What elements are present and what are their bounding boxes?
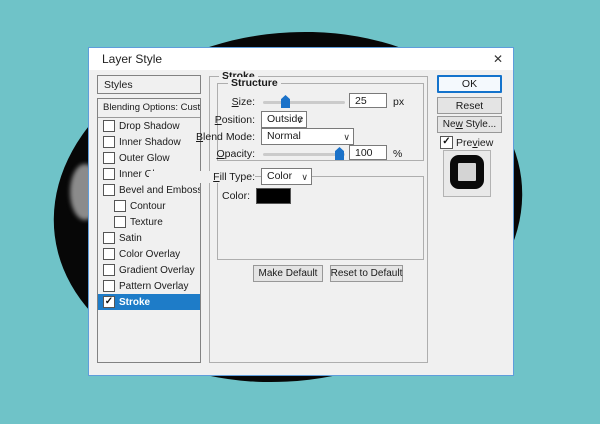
- drop-shadow-checkbox[interactable]: [103, 120, 115, 132]
- opacity-slider[interactable]: [263, 153, 345, 156]
- pattern-overlay-checkbox[interactable]: [103, 280, 115, 292]
- structure-legend: Structure: [228, 77, 281, 89]
- bevel-emboss-checkbox[interactable]: [103, 184, 115, 196]
- preview-checkbox[interactable]: ✓: [440, 136, 453, 149]
- sidebar-item-pattern-overlay[interactable]: Pattern Overlay: [98, 278, 200, 294]
- size-slider[interactable]: [263, 101, 345, 104]
- sidebar-item-label: Contour: [130, 201, 166, 212]
- contour-checkbox[interactable]: [114, 200, 126, 212]
- blend-mode-label: Blend Mode:: [149, 131, 255, 143]
- chevron-down-icon: ∨: [296, 113, 303, 128]
- fill-type-label: Fill Type:: [149, 171, 255, 183]
- sidebar-item-texture[interactable]: Texture: [98, 214, 200, 230]
- sidebar-item-label: Pattern Overlay: [119, 281, 188, 292]
- styles-header[interactable]: Styles: [97, 75, 201, 94]
- preview-toggle[interactable]: ✓ Preview: [440, 136, 493, 149]
- opacity-input[interactable]: 100: [349, 145, 387, 160]
- fill-type-dropdown[interactable]: Color ∨: [261, 168, 312, 185]
- stroke-preview-shape: [450, 155, 484, 189]
- color-overlay-checkbox[interactable]: [103, 248, 115, 260]
- dialog-title: Layer Style: [102, 52, 162, 66]
- sidebar-item-gradient-overlay[interactable]: Gradient Overlay: [98, 262, 200, 278]
- preview-label: Preview: [456, 137, 493, 149]
- chevron-down-icon: ∨: [343, 130, 350, 145]
- gradient-overlay-checkbox[interactable]: [103, 264, 115, 276]
- outer-glow-checkbox[interactable]: [103, 152, 115, 164]
- sidebar-item-label: Satin: [119, 233, 142, 244]
- reset-button[interactable]: Reset: [437, 97, 502, 114]
- close-icon[interactable]: ✕: [489, 50, 507, 68]
- sidebar-item-stroke[interactable]: ✓ Stroke: [98, 294, 200, 310]
- size-input[interactable]: 25: [349, 93, 387, 108]
- dialog-titlebar[interactable]: Layer Style ✕: [89, 48, 513, 70]
- opacity-unit: %: [393, 148, 402, 160]
- sidebar-item-color-overlay[interactable]: Color Overlay: [98, 246, 200, 262]
- fill-type-value: Color: [267, 170, 292, 182]
- size-label: Size:: [149, 96, 255, 108]
- blend-mode-value: Normal: [267, 130, 301, 142]
- color-label: Color:: [144, 190, 250, 202]
- reset-to-default-button[interactable]: Reset to Default: [330, 265, 403, 282]
- new-style-button[interactable]: New Style...: [437, 116, 502, 133]
- satin-checkbox[interactable]: [103, 232, 115, 244]
- inner-shadow-checkbox[interactable]: [103, 136, 115, 148]
- inner-glow-checkbox[interactable]: [103, 168, 115, 180]
- position-label: Position:: [149, 114, 255, 126]
- sidebar-item-label: Gradient Overlay: [119, 265, 195, 276]
- fill-type-group: [217, 176, 424, 260]
- sidebar-item-label: Color Overlay: [119, 249, 180, 260]
- blend-mode-dropdown[interactable]: Normal ∨: [261, 128, 354, 145]
- sidebar-item-label: Stroke: [119, 297, 150, 308]
- size-unit: px: [393, 96, 404, 108]
- stroke-color-swatch[interactable]: [256, 188, 291, 204]
- layer-style-dialog: Layer Style ✕ Styles Blending Options: C…: [88, 47, 514, 376]
- sidebar-item-label: Texture: [130, 217, 163, 228]
- texture-checkbox[interactable]: [114, 216, 126, 228]
- stroke-checkbox[interactable]: ✓: [103, 296, 115, 308]
- style-preview-thumbnail: [443, 150, 491, 197]
- position-dropdown[interactable]: Outside ∨: [261, 111, 307, 128]
- chevron-down-icon: ∨: [301, 170, 308, 185]
- sidebar-item-satin[interactable]: Satin: [98, 230, 200, 246]
- make-default-button[interactable]: Make Default: [253, 265, 323, 282]
- opacity-label: Opacity:: [149, 148, 255, 160]
- ok-button[interactable]: OK: [437, 75, 502, 93]
